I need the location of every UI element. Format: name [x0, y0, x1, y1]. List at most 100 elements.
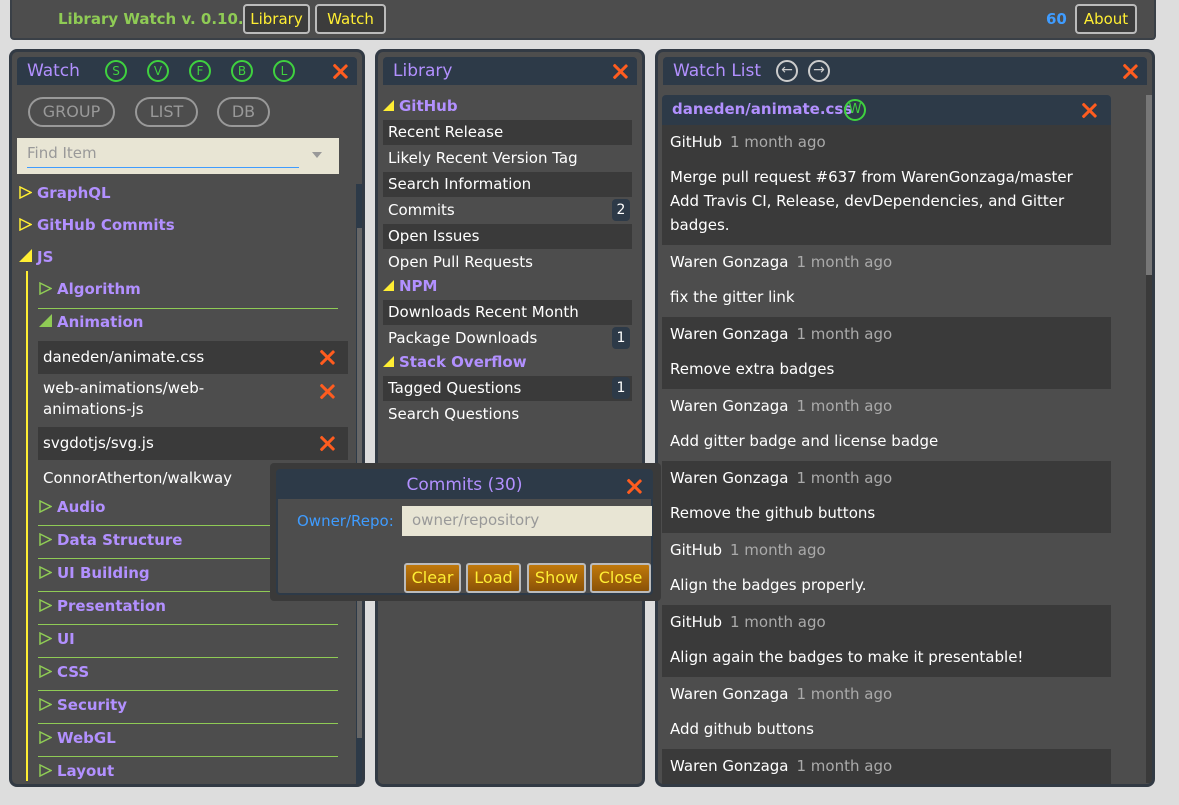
expand-triangle-icon [39, 282, 52, 295]
input-underline [27, 167, 299, 168]
tree-group-ui[interactable]: UI [39, 630, 75, 648]
watch-item-header: daneden/animate.css W [662, 95, 1111, 125]
close-icon[interactable] [612, 63, 628, 79]
watch-item-title[interactable]: daneden/animate.css [672, 100, 852, 118]
library-item-commits[interactable]: Commits 2 [383, 198, 632, 223]
watch-entry[interactable]: daneden/animate.css [38, 341, 348, 374]
tree-guide-line [26, 271, 28, 781]
expand-triangle-icon [19, 186, 32, 199]
expand-triangle-icon [39, 533, 52, 546]
library-item[interactable]: Open Pull Requests [383, 250, 632, 275]
filter-s-icon[interactable]: S [105, 60, 127, 82]
rate-limit-counter: 60 [1046, 10, 1067, 28]
remove-icon[interactable] [319, 383, 335, 399]
close-icon[interactable] [626, 478, 642, 494]
tree-group-audio[interactable]: Audio [39, 498, 105, 516]
library-item[interactable]: Downloads Recent Month [383, 300, 632, 325]
expand-triangle-icon [39, 665, 52, 678]
collapse-triangle-icon [383, 356, 394, 367]
divider [38, 657, 338, 658]
filter-v-icon[interactable]: V [147, 60, 169, 82]
count-badge: 1 [612, 377, 630, 399]
commit-entry: GitHub 1 month ago Align again the badges… [662, 605, 1111, 677]
group-button[interactable]: GROUP [28, 97, 115, 127]
library-group-npm[interactable]: NPM [383, 277, 437, 295]
tree-group-graphql[interactable]: GraphQL [19, 184, 111, 202]
commit-entry: Waren Gonzaga 1 month ago Remove extra ba… [662, 317, 1111, 389]
collapse-triangle-icon [39, 314, 52, 327]
owner-repo-label: Owner/Repo: [297, 512, 394, 530]
expand-triangle-icon [39, 566, 52, 579]
owner-repo-placeholder: owner/repository [412, 511, 540, 529]
entry-name: svgdotjs/svg.js [43, 434, 154, 452]
collapse-triangle-icon [383, 100, 394, 111]
tree-group-presentation[interactable]: Presentation [39, 597, 166, 615]
remove-icon[interactable] [319, 349, 335, 365]
library-group-stackoverflow[interactable]: Stack Overflow [383, 353, 527, 371]
watch-entry[interactable]: web-animations/web- animations-js [38, 378, 348, 424]
db-button[interactable]: DB [217, 97, 270, 127]
watch-panel-title: Watch [27, 61, 80, 81]
tree-group-security[interactable]: Security [39, 696, 127, 714]
close-button[interactable]: Close [590, 563, 651, 593]
expand-triangle-icon [39, 698, 52, 711]
scrollbar-thumb[interactable] [1146, 95, 1152, 275]
library-item[interactable]: Open Issues [383, 224, 632, 249]
watch-list-header: Watch List ← → [663, 57, 1147, 85]
commits-dialog: Commits (30) Owner/Repo: owner/repositor… [270, 463, 661, 601]
library-item[interactable]: Search Questions [383, 402, 632, 427]
show-button[interactable]: Show [527, 563, 586, 593]
collapse-triangle-icon [19, 249, 32, 262]
tree-group-ui-building[interactable]: UI Building [39, 564, 150, 582]
filter-f-icon[interactable]: F [189, 60, 211, 82]
remove-icon[interactable] [319, 435, 335, 451]
library-button[interactable]: Library [243, 4, 310, 34]
close-icon[interactable] [1122, 63, 1138, 79]
watch-panel: Watch S V F B L GROUP LIST DB Find Item … [9, 49, 365, 787]
library-item[interactable]: Search Information [383, 172, 632, 197]
library-panel: Library GitHub Recent Release Likely Rec… [375, 49, 645, 787]
expand-triangle-icon [39, 599, 52, 612]
clear-button[interactable]: Clear [404, 563, 461, 593]
entry-name: daneden/animate.css [43, 348, 205, 366]
watch-w-icon[interactable]: W [844, 99, 866, 121]
tree-group-data-structure[interactable]: Data Structure [39, 531, 182, 549]
commit-entry: GitHub 1 month ago Merge pull request #63… [662, 125, 1111, 245]
expand-triangle-icon [39, 500, 52, 513]
commit-entry: Waren Gonzaga 1 month ago fix the gitter … [670, 253, 893, 306]
commit-entry: Waren Gonzaga 1 month ago Add gitter badg… [670, 397, 939, 450]
watch-button[interactable]: Watch [315, 4, 386, 34]
library-panel-title: Library [393, 61, 453, 81]
watch-list-scrollbar[interactable] [1146, 95, 1152, 783]
library-item[interactable]: Likely Recent Version Tag [383, 146, 632, 171]
tree-group-css[interactable]: CSS [39, 663, 89, 681]
load-button[interactable]: Load [466, 563, 521, 593]
library-item[interactable]: Recent Release [383, 120, 632, 145]
dialog-title: Commits (30) [278, 471, 651, 499]
expand-triangle-icon [39, 632, 52, 645]
find-item-combobox[interactable]: Find Item [17, 138, 339, 174]
top-bar: Library Watch v. 0.10.0 Library Watch 60… [10, 0, 1156, 40]
tree-group-js[interactable]: JS [19, 248, 53, 266]
app-title: Library Watch v. 0.10.0 [58, 10, 255, 28]
tree-group-github-commits[interactable]: GitHub Commits [19, 216, 175, 234]
arrow-right-icon[interactable]: → [808, 60, 830, 82]
tree-group-algorithm[interactable]: Algorithm [39, 280, 141, 298]
library-group-github[interactable]: GitHub [383, 97, 458, 115]
filter-b-icon[interactable]: B [231, 60, 253, 82]
library-item-package-downloads[interactable]: Package Downloads 1 [383, 326, 632, 351]
tree-group-layout[interactable]: Layout [39, 762, 114, 780]
arrow-left-icon[interactable]: ← [776, 60, 798, 82]
tree-group-webgl[interactable]: WebGL [39, 729, 116, 747]
tree-group-animation[interactable]: Animation [39, 313, 143, 331]
close-icon[interactable] [1081, 102, 1097, 118]
list-button[interactable]: LIST [135, 97, 198, 127]
count-badge: 2 [612, 199, 630, 221]
library-item-tagged-questions[interactable]: Tagged Questions 1 [383, 376, 632, 401]
filter-l-icon[interactable]: L [273, 60, 295, 82]
about-button[interactable]: About [1075, 4, 1137, 34]
watch-entry[interactable]: svgdotjs/svg.js [38, 427, 348, 460]
chevron-down-icon[interactable] [312, 152, 322, 158]
owner-repo-input[interactable]: owner/repository [402, 506, 652, 536]
close-icon[interactable] [332, 63, 348, 79]
